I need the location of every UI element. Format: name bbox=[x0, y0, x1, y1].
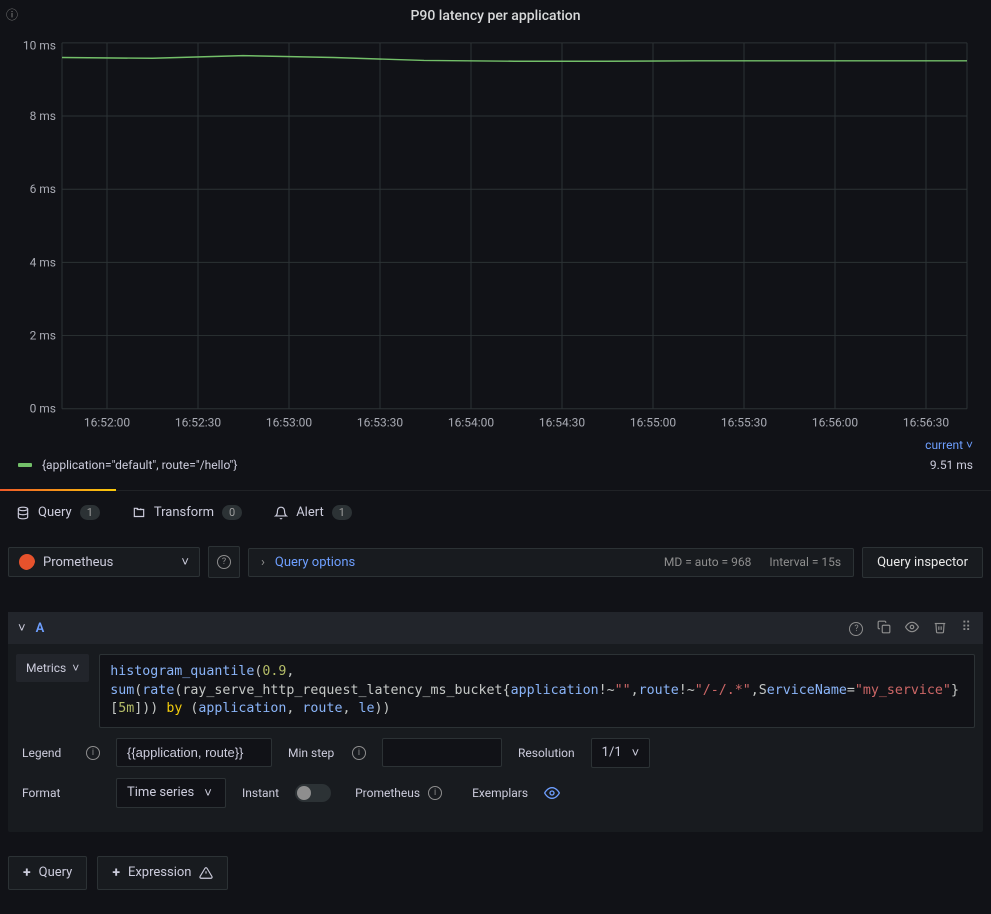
resolution-label: Resolution bbox=[518, 746, 575, 760]
panel-info-icon[interactable]: ⓘ bbox=[6, 6, 18, 23]
query-copy-icon[interactable] bbox=[877, 620, 891, 636]
x-tick-5: 16:54:30 bbox=[539, 415, 585, 429]
prometheus-logo-icon bbox=[19, 554, 35, 570]
chart-area[interactable]: 0 ms 2 ms 4 ms 6 ms 8 ms 10 ms bbox=[0, 28, 991, 438]
metrics-label[interactable]: Metrics ˅ bbox=[16, 654, 89, 682]
chevron-right-icon[interactable]: › bbox=[261, 555, 265, 570]
prometheus-label: Prometheus bbox=[355, 786, 420, 800]
query-help-icon[interactable]: ? bbox=[849, 620, 863, 636]
plus-icon: + bbox=[112, 865, 120, 881]
tab-transform-label: Transform bbox=[154, 505, 214, 520]
query-delete-icon[interactable] bbox=[933, 620, 947, 636]
add-expression-button[interactable]: + Expression bbox=[97, 856, 228, 890]
y-tick-2: 4 ms bbox=[30, 255, 56, 269]
format-label: Format bbox=[22, 786, 60, 800]
chevron-down-icon: ˅ bbox=[632, 745, 640, 761]
instant-toggle[interactable] bbox=[295, 784, 331, 802]
min-step-label: Min step bbox=[288, 746, 334, 760]
query-options-md: MD = auto = 968 bbox=[664, 555, 751, 569]
datasource-help-button[interactable]: ? bbox=[208, 546, 240, 578]
x-tick-9: 16:56:30 bbox=[903, 415, 949, 429]
legend-color-swatch[interactable] bbox=[18, 463, 32, 467]
x-tick-4: 16:54:00 bbox=[448, 415, 494, 429]
instant-label: Instant bbox=[242, 786, 279, 800]
add-query-button[interactable]: + Query bbox=[8, 856, 87, 890]
query-drag-icon[interactable]: ⠿ bbox=[961, 620, 973, 636]
database-icon bbox=[16, 506, 30, 520]
tab-alert-label: Alert bbox=[296, 505, 324, 520]
tab-query-label: Query bbox=[38, 505, 72, 520]
warning-icon bbox=[199, 866, 213, 880]
chevron-down-icon: ˅ bbox=[181, 554, 189, 570]
x-tick-3: 16:53:30 bbox=[357, 415, 403, 429]
promql-editor[interactable]: histogram_quantile(0.9, sum(rate(ray_ser… bbox=[99, 654, 975, 728]
tab-alert-count: 1 bbox=[332, 505, 352, 520]
x-tick-6: 16:55:00 bbox=[630, 415, 676, 429]
panel-title: P90 latency per application bbox=[410, 8, 580, 24]
legend-series-name[interactable]: {application="default", route="/hello"} bbox=[42, 458, 237, 472]
x-tick-7: 16:55:30 bbox=[721, 415, 767, 429]
transform-icon bbox=[132, 506, 146, 520]
bell-icon bbox=[274, 506, 288, 520]
query-letter[interactable]: A bbox=[36, 621, 45, 636]
legend-mode-dropdown[interactable]: current ˅ bbox=[925, 438, 973, 452]
legend-current-value: 9.51 ms bbox=[930, 458, 973, 472]
info-icon[interactable]: i bbox=[352, 746, 366, 760]
query-collapse-toggle[interactable]: ˅ bbox=[18, 620, 26, 636]
legend-label: Legend bbox=[22, 746, 61, 760]
chart-svg: 0 ms 2 ms 4 ms 6 ms 8 ms 10 ms bbox=[12, 38, 979, 438]
exemplars-toggle-icon[interactable] bbox=[544, 785, 560, 801]
tab-query-count: 1 bbox=[80, 505, 100, 520]
query-options-link[interactable]: Query options bbox=[275, 555, 355, 570]
resolution-select[interactable]: 1/1 ˅ bbox=[591, 738, 651, 768]
x-tick-8: 16:56:00 bbox=[812, 415, 858, 429]
min-step-input[interactable] bbox=[382, 738, 502, 767]
info-icon[interactable]: i bbox=[428, 786, 442, 800]
query-inspector-button[interactable]: Query inspector bbox=[862, 547, 983, 578]
plus-icon: + bbox=[23, 865, 31, 881]
chevron-down-icon: ˅ bbox=[204, 785, 212, 801]
y-tick-4: 8 ms bbox=[30, 109, 56, 123]
tab-alert[interactable]: Alert 1 bbox=[258, 491, 368, 534]
chevron-down-icon: ˅ bbox=[966, 438, 973, 452]
y-tick-0: 0 ms bbox=[30, 402, 56, 416]
tab-query[interactable]: Query 1 bbox=[0, 491, 116, 534]
question-icon: ? bbox=[217, 555, 231, 569]
info-icon[interactable]: i bbox=[86, 746, 100, 760]
chevron-down-icon: ˅ bbox=[72, 661, 79, 675]
y-tick-5: 10 ms bbox=[23, 39, 56, 53]
query-visibility-icon[interactable] bbox=[905, 620, 919, 636]
tab-transform-count: 0 bbox=[222, 505, 242, 520]
y-tick-3: 6 ms bbox=[30, 182, 56, 196]
x-tick-0: 16:52:00 bbox=[84, 415, 130, 429]
exemplars-label: Exemplars bbox=[472, 786, 528, 800]
legend-input[interactable] bbox=[116, 738, 272, 767]
x-tick-1: 16:52:30 bbox=[175, 415, 221, 429]
y-tick-1: 2 ms bbox=[30, 329, 56, 343]
datasource-name: Prometheus bbox=[43, 555, 113, 570]
datasource-select[interactable]: Prometheus ˅ bbox=[8, 547, 200, 577]
query-options-interval: Interval = 15s bbox=[769, 555, 841, 569]
tab-transform[interactable]: Transform 0 bbox=[116, 491, 258, 534]
format-select[interactable]: Time series ˅ bbox=[116, 778, 226, 808]
x-tick-2: 16:53:00 bbox=[266, 415, 312, 429]
